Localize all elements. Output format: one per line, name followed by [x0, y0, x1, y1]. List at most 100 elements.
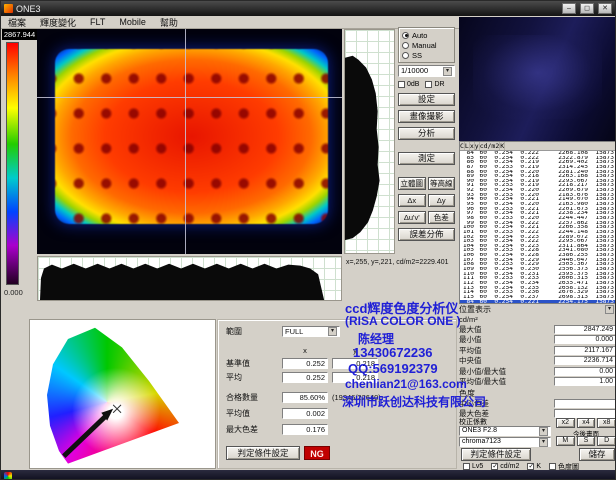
stat-value: 0.00 [554, 367, 616, 376]
measure-button[interactable]: 測定 [398, 152, 455, 165]
zoom-button[interactable]: x8 [597, 418, 616, 428]
contour-button[interactable]: 等高線 [428, 177, 456, 190]
zoom-button[interactable]: x4 [577, 418, 596, 428]
ad-text-phone: 13430672236 [353, 345, 433, 360]
color-diff-button[interactable]: 色差 [428, 211, 456, 224]
checkbox-icon [549, 463, 556, 470]
max-color-diff-value: 0.176 [282, 424, 328, 435]
radio-icon [402, 52, 409, 59]
calibration-label: 校正係數 [459, 417, 551, 425]
column-x-label: x [282, 346, 328, 355]
position-display-label[interactable]: 位置表示 [459, 304, 491, 315]
display-option-checkbox[interactable]: K [527, 463, 541, 470]
gain-checkbox-label: 0dB [407, 81, 419, 88]
stat-row: 平均值 2117.167 [459, 345, 616, 356]
mode-radio-group: Auto Manual SS [398, 27, 455, 63]
app-window: ONE3 – ◻ ✕ 檔案輝度變化FLTMobile幫助 2867.944 0.… [0, 0, 616, 480]
stat-value [554, 399, 616, 408]
measurement-table-header: CLxycd/m2K [460, 142, 615, 151]
display-option-label: cd/m2 [500, 463, 519, 470]
ad-text-model: (RISA COLOR ONE ) [345, 314, 461, 328]
table-header-cell: K [500, 142, 505, 150]
stat-row: 最小值 0.000 [459, 335, 616, 346]
camera-preview[interactable] [459, 17, 616, 141]
save-button[interactable]: 儲存 [579, 448, 615, 461]
pass-count-label: 合格數量 [226, 392, 278, 403]
exposure-select[interactable]: 1/10000 ▾ [398, 65, 455, 77]
display-option-checkbox[interactable]: 色度圖 [549, 462, 579, 472]
exposure-select-value: 1/10000 [401, 66, 428, 76]
stat-label: 平均值 [459, 345, 482, 356]
mode-radio-label: SS [412, 51, 422, 60]
menu-item[interactable]: 幫助 [153, 16, 185, 29]
close-button[interactable]: ✕ [598, 3, 612, 14]
stat-row: 中央值 2236.714 [459, 356, 616, 367]
judge-condition-button-2[interactable]: 判定條件設定 [461, 448, 531, 461]
range-select-value: FULL [285, 327, 303, 337]
delta-uv-button[interactable]: Δu'v' [398, 211, 426, 224]
average-x-value: 0.252 [282, 372, 328, 383]
capture-button[interactable]: 畫像撮影 [398, 110, 455, 123]
menu-item[interactable]: 輝度變化 [33, 16, 83, 29]
average-label: 平均 [226, 372, 278, 383]
display-option-checkbox[interactable]: Lv5 [463, 463, 483, 470]
checkbox-icon [398, 81, 405, 88]
analyze-button[interactable]: 分析 [398, 127, 455, 140]
table-header-cell: cd/m2 [480, 142, 501, 150]
maximize-button[interactable]: ◻ [580, 3, 594, 14]
stat-label: 最小值/最大值 [459, 366, 506, 377]
chroma-select-value: chroma7123 [462, 438, 501, 446]
mode-radio[interactable]: Manual [402, 40, 451, 50]
unit-label: cd/m² [459, 315, 616, 324]
judge-condition-button[interactable]: 判定條件設定 [226, 446, 300, 460]
mode-radio[interactable]: Auto [402, 30, 451, 40]
reference-x-value[interactable]: 0.252 [282, 358, 328, 369]
luminance-blob [55, 49, 328, 224]
crosshair-vertical[interactable] [185, 29, 186, 254]
mode-radio-label: Auto [412, 31, 427, 40]
display-option-label: 色度圖 [558, 462, 579, 472]
titlebar: ONE3 – ◻ ✕ [1, 1, 615, 16]
msd-button[interactable]: D [597, 436, 616, 446]
stat-value: 2236.714 [554, 356, 616, 365]
stat-value: 0.000 [554, 335, 616, 344]
msd-button[interactable]: M [556, 436, 575, 446]
chevron-down-icon: ▾ [443, 67, 452, 76]
cie-pointer [30, 320, 215, 468]
view3d-button[interactable]: 立體圖 [398, 177, 426, 190]
lens-select[interactable]: ONE3 F2.8 ▾ [459, 426, 551, 436]
gain-checkbox[interactable]: 0dB [398, 81, 419, 88]
stat-label: 最大值 [459, 324, 482, 335]
menu-item[interactable]: FLT [83, 17, 112, 27]
chevron-down-icon[interactable]: ▾ [605, 305, 614, 314]
stat-value: 2847.249 [554, 325, 616, 334]
mean-diff-value: 0.002 [282, 408, 328, 419]
range-select[interactable]: FULL ▾ [282, 326, 340, 337]
display-option-label: Lv5 [472, 463, 483, 470]
display-option-checkbox[interactable]: cd/m2 [491, 463, 519, 470]
gain-checkbox[interactable]: DR [425, 81, 444, 88]
camera-preview-panel-glow [473, 35, 602, 119]
luminance-image[interactable] [37, 29, 342, 254]
zoom-button[interactable]: x2 [556, 418, 575, 428]
settings-button[interactable]: 設定 [398, 93, 455, 106]
minimize-button[interactable]: – [562, 3, 576, 14]
stat-value: 1.00 [554, 377, 616, 386]
vertical-profile-curve [345, 30, 394, 253]
menu-item[interactable]: Mobile [112, 17, 153, 27]
chroma-select[interactable]: chroma7123 ▾ [459, 437, 551, 447]
menu-item[interactable]: 檔案 [1, 16, 33, 29]
status-logo-icon [4, 472, 12, 480]
measurement-table[interactable]: CLxycd/m2K 84 60 0.254 0.222 2268.108 15… [459, 141, 616, 304]
distribution-button[interactable]: 誤差分佈 [398, 228, 455, 241]
delta-x-button[interactable]: Δx [398, 194, 426, 207]
gain-checks: 0dB DR [398, 79, 455, 89]
mode-radio[interactable]: SS [402, 50, 451, 60]
window-title: ONE3 [16, 4, 558, 14]
crosshair-horizontal[interactable] [37, 97, 342, 98]
delta-y-button[interactable]: Δy [428, 194, 456, 207]
cie-diagram-panel[interactable] [29, 319, 216, 469]
lens-select-value: ONE3 F2.8 [462, 427, 497, 435]
msd-button[interactable]: S [577, 436, 596, 446]
msd-buttons: MSD [556, 436, 616, 446]
